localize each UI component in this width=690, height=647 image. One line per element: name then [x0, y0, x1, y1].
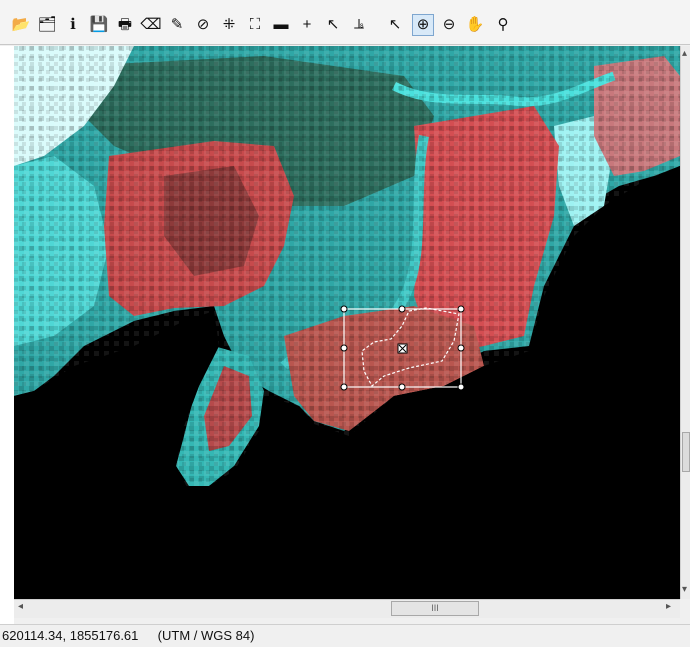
identify-pin-icon[interactable]: ⚲: [492, 14, 514, 36]
eraser-icon[interactable]: ⌫: [140, 14, 162, 36]
resize-handle-s[interactable]: [398, 383, 406, 391]
resize-handle-w[interactable]: [340, 344, 348, 352]
vertical-scroll-thumb[interactable]: [682, 432, 690, 472]
print-icon[interactable]: 🖶: [114, 14, 136, 36]
full-extent-icon[interactable]: ⛶: [244, 14, 266, 36]
window-edge: [0, 46, 14, 624]
crosshair-icon[interactable]: +: [296, 14, 318, 36]
resize-handle-e[interactable]: [457, 344, 465, 352]
clear-selection-icon[interactable]: ⊘: [192, 14, 214, 36]
scroll-down-icon[interactable]: ▾: [682, 584, 687, 595]
status-bar: 620114.34, 1855176.61 (UTM / WGS 84): [0, 624, 690, 647]
profile-chart-icon[interactable]: ⫡: [348, 14, 370, 36]
resize-handle-n[interactable]: [398, 305, 406, 313]
cursor-coordinates: 620114.34, 1855176.61: [2, 628, 139, 643]
save-icon[interactable]: 💾: [88, 14, 110, 36]
scroll-right-icon[interactable]: ▸: [666, 601, 671, 612]
horizontal-scroll-thumb[interactable]: III: [391, 601, 479, 616]
zoom-extent-icon[interactable]: ⁜: [218, 14, 240, 36]
scroll-left-icon[interactable]: ◂: [18, 601, 23, 612]
move-handle-icon[interactable]: [397, 343, 408, 354]
resize-handle-se[interactable]: [457, 383, 465, 391]
resize-handle-ne[interactable]: [457, 305, 465, 313]
satellite-image[interactable]: [14, 46, 680, 599]
draw-line-icon[interactable]: ↖: [322, 14, 344, 36]
zoom-out-icon[interactable]: ⊖: [438, 14, 460, 36]
pencil-icon[interactable]: ✎: [166, 14, 188, 36]
zoom-in-icon[interactable]: ⊕: [412, 14, 434, 36]
resize-handle-nw[interactable]: [340, 305, 348, 313]
pan-hand-icon[interactable]: ✋: [464, 14, 486, 36]
toolbar: 📂 🗂 ℹ 💾 🖶 ⌫ ✎ ⊘ ⁜ ⛶ ▬ + ↖ ⫡ ↖ ⊕ ⊖ ✋ ⚲: [0, 0, 690, 45]
scroll-up-icon[interactable]: ▴: [682, 48, 687, 59]
projection-label: (UTM / WGS 84): [157, 628, 255, 643]
horizontal-scrollbar[interactable]: ◂ III ▸: [14, 599, 680, 618]
vertical-scrollbar[interactable]: ▴ ▾: [680, 46, 690, 599]
map-canvas[interactable]: [14, 46, 680, 599]
pointer-icon[interactable]: ↖: [384, 14, 406, 36]
open-folder-icon[interactable]: 📂: [10, 14, 32, 36]
open-layer-icon[interactable]: 🗂: [36, 14, 58, 36]
resize-handle-sw[interactable]: [340, 383, 348, 391]
info-icon[interactable]: ℹ: [62, 14, 84, 36]
measure-icon[interactable]: ▬: [270, 14, 292, 36]
